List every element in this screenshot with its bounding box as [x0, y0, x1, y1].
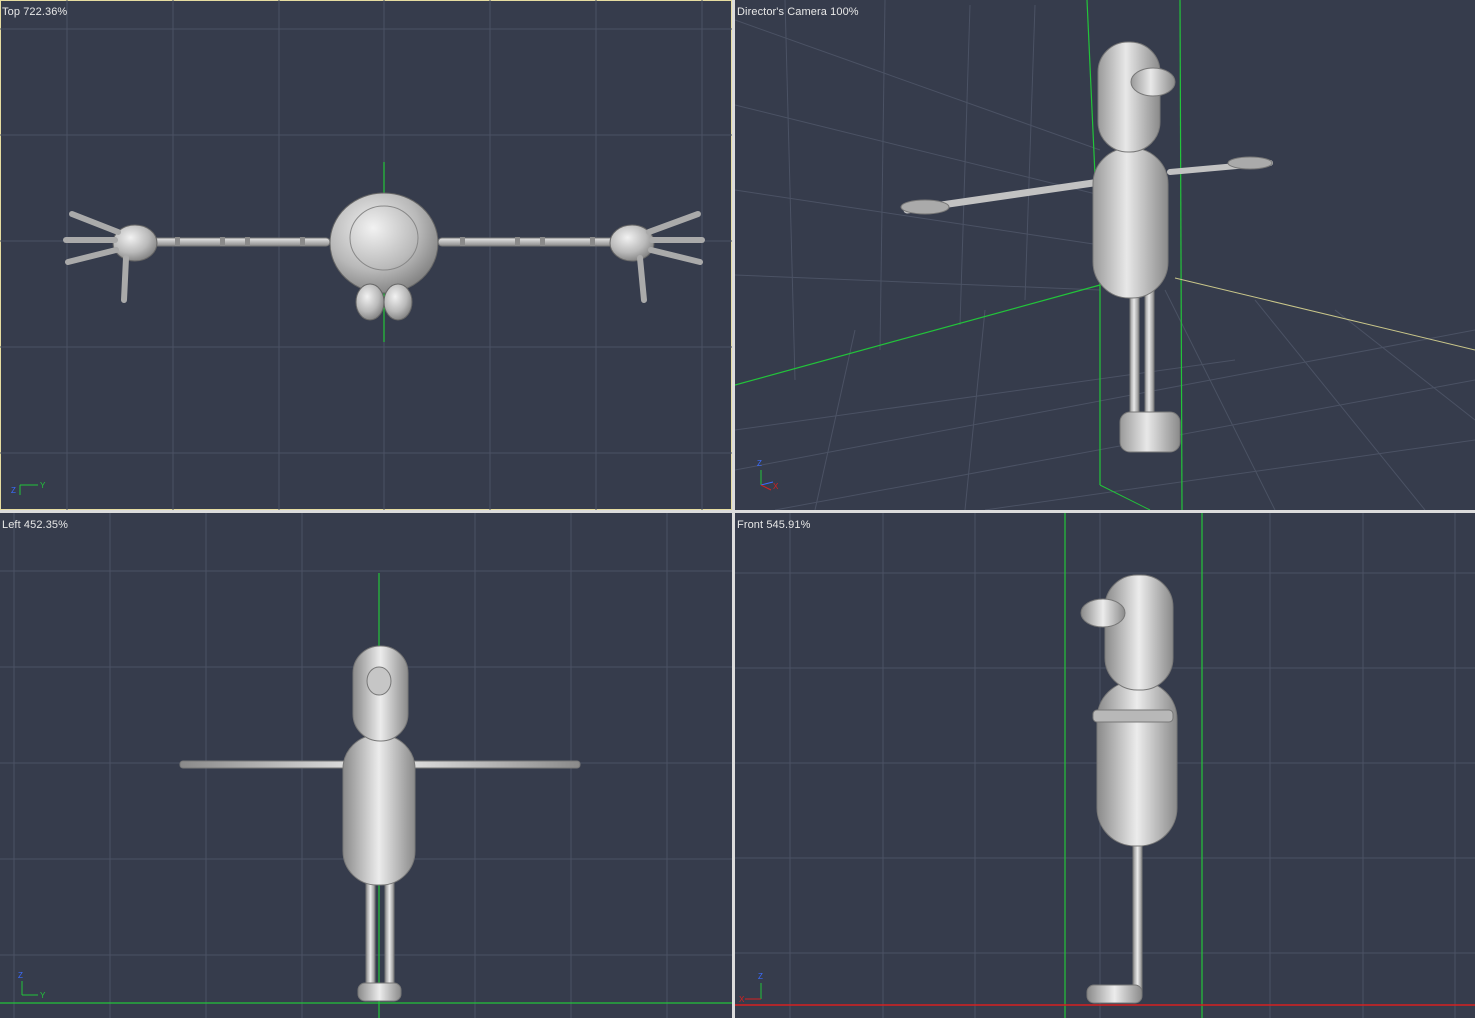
x-axis-label: X	[773, 482, 779, 491]
viewport-camera[interactable]: Z X Director's Camera 100%	[735, 0, 1475, 510]
viewport-front-canvas[interactable]: Z X	[735, 513, 1475, 1018]
viewport-left-canvas[interactable]: Z Y	[0, 513, 732, 1018]
axis-gizmo: Z Y	[11, 481, 46, 495]
z-axis-label: Z	[757, 459, 762, 468]
character-mesh-top[interactable]	[63, 192, 705, 321]
y-axis-label: Y	[40, 991, 46, 1000]
x-axis-label: X	[739, 995, 745, 1004]
viewport-label: Left 452.35%	[2, 519, 69, 531]
y-axis-label: Y	[40, 481, 46, 490]
character-mesh-camera[interactable]	[900, 41, 1273, 453]
character-mesh-left[interactable]	[179, 645, 581, 1002]
z-axis-label: Z	[18, 971, 23, 980]
axis-gizmo: Z Y	[18, 971, 46, 1000]
axis-gizmo: Z X	[739, 972, 763, 1004]
z-axis-label: Z	[11, 486, 16, 495]
viewport-front[interactable]: Z X Front 545.91%	[735, 513, 1475, 1018]
character-mesh-front[interactable]	[1080, 574, 1178, 1004]
viewport-label: Top 722.36%	[2, 6, 68, 18]
viewport-label: Front 545.91%	[737, 519, 811, 531]
viewport-top-canvas[interactable]: Z Y	[0, 0, 732, 510]
viewport-top[interactable]: Z Y Top 722.36%	[0, 0, 732, 510]
viewport-left[interactable]: Z Y Left 452.35%	[0, 513, 732, 1018]
viewport-label: Director's Camera 100%	[737, 6, 859, 18]
viewport-camera-canvas[interactable]: Z X	[735, 0, 1475, 510]
ground-x-line	[735, 284, 1101, 386]
z-axis-label: Z	[758, 972, 763, 981]
